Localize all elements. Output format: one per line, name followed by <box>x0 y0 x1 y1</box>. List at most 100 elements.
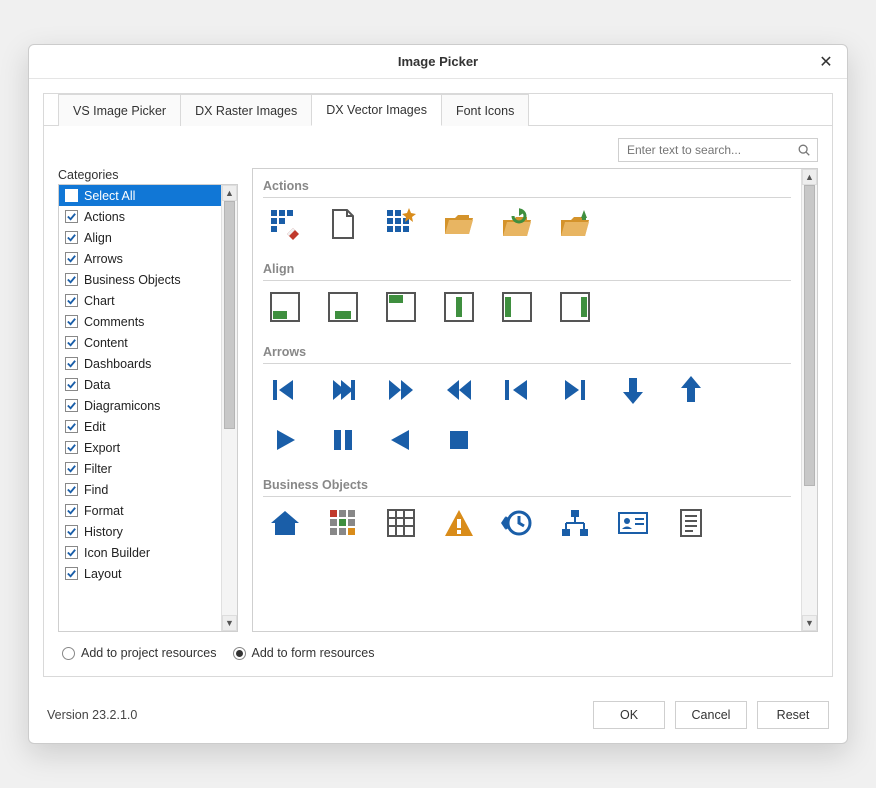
category-item[interactable]: Chart <box>59 290 221 311</box>
radio-label: Add to form resources <box>252 646 375 660</box>
category-label: History <box>84 525 123 539</box>
category-item[interactable]: Diagramicons <box>59 395 221 416</box>
checkbox-icon <box>65 546 78 559</box>
new-document-icon[interactable] <box>325 206 361 242</box>
stop-icon[interactable] <box>441 422 477 458</box>
radio-project-resources[interactable]: Add to project resources <box>62 646 217 660</box>
warning-icon[interactable] <box>441 505 477 541</box>
gallery-scrollbar[interactable]: ▲ ▼ <box>801 169 817 631</box>
document-lines-icon[interactable] <box>673 505 709 541</box>
category-label: Arrows <box>84 252 123 266</box>
contact-card-icon[interactable] <box>615 505 651 541</box>
icon-row <box>263 422 791 458</box>
scroll-thumb[interactable] <box>224 201 235 429</box>
scroll-up-icon[interactable]: ▲ <box>222 185 237 201</box>
scroll-down-icon[interactable]: ▼ <box>222 615 237 631</box>
calendar-grid-icon[interactable] <box>383 505 419 541</box>
tab-dx-raster-images[interactable]: DX Raster Images <box>180 94 312 126</box>
search-box[interactable] <box>618 138 818 162</box>
tab-font-icons[interactable]: Font Icons <box>441 94 529 126</box>
category-label: Dashboards <box>84 357 151 371</box>
skip-first-icon[interactable] <box>267 372 303 408</box>
home-icon[interactable] <box>267 505 303 541</box>
radio-icon <box>233 647 246 660</box>
categories-list: Select All Actions Align Arrows Business Obj… <box>58 184 238 632</box>
category-item[interactable]: Select All <box>59 185 221 206</box>
category-item[interactable]: Find <box>59 479 221 500</box>
reset-button[interactable]: Reset <box>757 701 829 729</box>
color-grid-icon[interactable] <box>325 505 361 541</box>
close-button[interactable]: ✕ <box>815 51 837 73</box>
category-item[interactable]: Layout <box>59 563 221 584</box>
fast-forward-icon[interactable] <box>383 372 419 408</box>
align-bottom-left-icon[interactable] <box>267 289 303 325</box>
category-label: Data <box>84 378 110 392</box>
category-item[interactable]: Actions <box>59 206 221 227</box>
category-item[interactable]: Edit <box>59 416 221 437</box>
grid-new-icon[interactable] <box>383 206 419 242</box>
search-input[interactable] <box>625 142 797 158</box>
scroll-track[interactable] <box>222 201 237 615</box>
category-item[interactable]: Arrows <box>59 248 221 269</box>
category-item[interactable]: Dashboards <box>59 353 221 374</box>
category-item[interactable]: Align <box>59 227 221 248</box>
checkbox-icon <box>65 378 78 391</box>
checkbox-icon <box>65 357 78 370</box>
category-label: Actions <box>84 210 125 224</box>
icon-row <box>263 372 791 408</box>
category-label: Format <box>84 504 124 518</box>
arrow-up-icon[interactable] <box>673 372 709 408</box>
scroll-thumb[interactable] <box>804 185 815 486</box>
skip-last-icon[interactable] <box>325 372 361 408</box>
folder-up-icon[interactable] <box>557 206 593 242</box>
previous-icon[interactable] <box>499 372 535 408</box>
pause-icon[interactable] <box>325 422 361 458</box>
categories-scrollbar[interactable]: ▲ ▼ <box>221 185 237 631</box>
grid-remove-icon[interactable] <box>267 206 303 242</box>
tab-vs-image-picker[interactable]: VS Image Picker <box>58 94 181 126</box>
play-back-icon[interactable] <box>383 422 419 458</box>
category-item[interactable]: History <box>59 521 221 542</box>
scroll-down-icon[interactable]: ▼ <box>802 615 817 631</box>
align-center-vertical-icon[interactable] <box>441 289 477 325</box>
align-right-vertical-icon[interactable] <box>557 289 593 325</box>
folder-refresh-icon[interactable] <box>499 206 535 242</box>
category-item[interactable]: Content <box>59 332 221 353</box>
align-left-vertical-icon[interactable] <box>499 289 535 325</box>
checkbox-icon <box>65 399 78 412</box>
category-item[interactable]: Filter <box>59 458 221 479</box>
cancel-button[interactable]: Cancel <box>675 701 747 729</box>
categories-label: Categories <box>58 168 238 182</box>
play-icon[interactable] <box>267 422 303 458</box>
category-item[interactable]: Data <box>59 374 221 395</box>
ok-button[interactable]: OK <box>593 701 665 729</box>
history-clock-icon[interactable] <box>499 505 535 541</box>
checkbox-icon <box>65 231 78 244</box>
category-label: Edit <box>84 420 106 434</box>
arrow-down-icon[interactable] <box>615 372 651 408</box>
category-item[interactable]: Format <box>59 500 221 521</box>
org-chart-icon[interactable] <box>557 505 593 541</box>
checkbox-icon <box>65 462 78 475</box>
category-item[interactable]: Icon Builder <box>59 542 221 563</box>
search-icon <box>797 143 811 157</box>
checkbox-icon <box>65 567 78 580</box>
scroll-track[interactable] <box>802 185 817 615</box>
next-icon[interactable] <box>557 372 593 408</box>
tab-dx-vector-images[interactable]: DX Vector Images <box>311 94 442 126</box>
folder-open-icon[interactable] <box>441 206 477 242</box>
category-item[interactable]: Comments <box>59 311 221 332</box>
checkbox-icon <box>65 525 78 538</box>
radio-form-resources[interactable]: Add to form resources <box>233 646 375 660</box>
align-top-left-icon[interactable] <box>383 289 419 325</box>
dialog-footer: Version 23.2.1.0 OK Cancel Reset <box>29 687 847 743</box>
rewind-icon[interactable] <box>441 372 477 408</box>
icon-gallery: ActionsAlignArrowsBusiness Objects <box>253 169 801 631</box>
category-item[interactable]: Business Objects <box>59 269 221 290</box>
tab-strip: VS Image Picker DX Raster Images DX Vect… <box>44 94 832 126</box>
align-bottom-center-icon[interactable] <box>325 289 361 325</box>
radio-label: Add to project resources <box>81 646 217 660</box>
category-item[interactable]: Export <box>59 437 221 458</box>
resource-target-radios: Add to project resources Add to form res… <box>58 632 818 664</box>
scroll-up-icon[interactable]: ▲ <box>802 169 817 185</box>
